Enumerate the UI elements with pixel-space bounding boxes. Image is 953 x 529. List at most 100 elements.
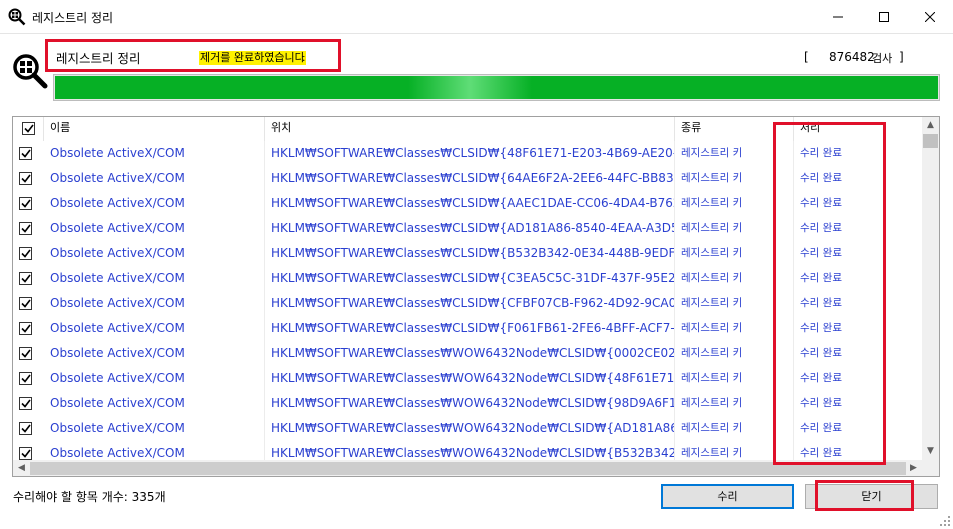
row-name: Obsolete ActiveX/COM [44, 366, 265, 391]
row-path: HKLM₩SOFTWARE₩Classes₩CLSID₩{64AE6F2A-2E… [265, 166, 675, 191]
row-name: Obsolete ActiveX/COM [44, 341, 265, 366]
scroll-left-icon[interactable]: ◀ [13, 460, 30, 476]
row-checkbox[interactable] [19, 422, 32, 435]
scan-count-open-bracket: [ [804, 50, 809, 64]
registry-results-list: 이름 위치 종류 처리 Obsolete ActiveX/COM HKLM₩SOF… [12, 116, 940, 477]
row-type: 레지스트리 키 [675, 216, 794, 241]
row-status: 수리 완료 [800, 422, 842, 434]
repair-button[interactable]: 수리 [661, 484, 794, 509]
row-type: 레지스트리 키 [675, 291, 794, 316]
progress-bar [53, 74, 940, 101]
row-status: 수리 완료 [800, 222, 842, 234]
column-header-path[interactable]: 위치 [265, 117, 675, 141]
vertical-scroll-thumb[interactable] [923, 134, 938, 148]
row-status: 수리 완료 [800, 197, 842, 209]
table-row[interactable]: Obsolete ActiveX/COM HKLM₩SOFTWARE₩Classe… [13, 316, 922, 341]
scroll-down-icon[interactable]: ▼ [922, 443, 939, 460]
row-checkbox[interactable] [19, 322, 32, 335]
row-checkbox[interactable] [19, 397, 32, 410]
row-status: 수리 완료 [800, 147, 842, 159]
row-type: 레지스트리 키 [675, 191, 794, 216]
row-path: HKLM₩SOFTWARE₩Classes₩CLSID₩{B532B342-0E… [265, 241, 675, 266]
table-row[interactable]: Obsolete ActiveX/COM HKLM₩SOFTWARE₩Classe… [13, 166, 922, 191]
row-status: 수리 완료 [800, 397, 842, 409]
vertical-scrollbar[interactable]: ▲ ▼ [922, 117, 939, 460]
row-status: 수리 완료 [800, 322, 842, 334]
horizontal-scroll-thumb[interactable] [30, 462, 906, 475]
row-checkbox[interactable] [19, 172, 32, 185]
table-row[interactable]: Obsolete ActiveX/COM HKLM₩SOFTWARE₩Classe… [13, 241, 922, 266]
row-checkbox[interactable] [19, 272, 32, 285]
row-checkbox[interactable] [19, 147, 32, 160]
column-header-status[interactable]: 처리 [794, 117, 922, 141]
select-all-column[interactable] [13, 117, 44, 141]
row-checkbox[interactable] [19, 222, 32, 235]
column-header-name[interactable]: 이름 [44, 117, 265, 141]
table-row[interactable]: Obsolete ActiveX/COM HKLM₩SOFTWARE₩Classe… [13, 291, 922, 316]
scan-count-close-bracket: ] [899, 50, 904, 64]
row-name: Obsolete ActiveX/COM [44, 291, 265, 316]
row-checkbox[interactable] [19, 347, 32, 360]
check-icon [21, 449, 31, 458]
row-type: 레지스트리 키 [675, 316, 794, 341]
row-name: Obsolete ActiveX/COM [44, 241, 265, 266]
scroll-up-icon[interactable]: ▲ [922, 117, 939, 134]
table-row[interactable]: Obsolete ActiveX/COM HKLM₩SOFTWARE₩Classe… [13, 416, 922, 441]
row-path: HKLM₩SOFTWARE₩Classes₩CLSID₩{48F61E71-E2… [265, 141, 675, 166]
status-message: 제거를 완료하였습니다 [199, 51, 306, 65]
scroll-right-icon[interactable]: ▶ [905, 460, 922, 476]
registry-scan-large-icon [13, 54, 48, 89]
table-row[interactable]: Obsolete ActiveX/COM HKLM₩SOFTWARE₩Classe… [13, 266, 922, 291]
progress-bar-fill [55, 76, 938, 99]
row-checkbox[interactable] [19, 447, 32, 460]
row-type: 레지스트리 키 [675, 241, 794, 266]
check-icon [21, 424, 31, 433]
table-row[interactable]: Obsolete ActiveX/COM HKLM₩SOFTWARE₩Classe… [13, 341, 922, 366]
row-type: 레지스트리 키 [675, 266, 794, 291]
registry-scan-icon [8, 8, 26, 26]
horizontal-scrollbar[interactable]: ◀ ▶ [13, 460, 922, 476]
maximize-button[interactable] [861, 0, 907, 34]
select-all-checkbox[interactable] [22, 122, 35, 135]
row-path: HKLM₩SOFTWARE₩Classes₩WOW6432Node₩CLSID₩… [265, 366, 675, 391]
close-icon [925, 12, 935, 22]
row-path: HKLM₩SOFTWARE₩Classes₩WOW6432Node₩CLSID₩… [265, 341, 675, 366]
row-checkbox[interactable] [19, 297, 32, 310]
check-icon [21, 249, 31, 258]
table-row[interactable]: Obsolete ActiveX/COM HKLM₩SOFTWARE₩Classe… [13, 216, 922, 241]
table-row[interactable]: Obsolete ActiveX/COM HKLM₩SOFTWARE₩Classe… [13, 191, 922, 216]
row-name: Obsolete ActiveX/COM [44, 166, 265, 191]
minimize-button[interactable] [815, 0, 861, 34]
close-window-button[interactable] [907, 0, 953, 34]
minimize-icon [833, 16, 843, 18]
row-status: 수리 완료 [800, 347, 842, 359]
row-path: HKLM₩SOFTWARE₩Classes₩CLSID₩{C3EA5C5C-31… [265, 266, 675, 291]
row-checkbox[interactable] [19, 197, 32, 210]
row-type: 레지스트리 키 [675, 416, 794, 441]
row-type: 레지스트리 키 [675, 141, 794, 166]
close-button[interactable]: 닫기 [805, 484, 938, 509]
row-status: 수리 완료 [800, 372, 842, 384]
row-name: Obsolete ActiveX/COM [44, 216, 265, 241]
column-header-type[interactable]: 종류 [675, 117, 794, 141]
row-name: Obsolete ActiveX/COM [44, 391, 265, 416]
row-type: 레지스트리 키 [675, 366, 794, 391]
row-path: HKLM₩SOFTWARE₩Classes₩CLSID₩{AAEC1DAE-CC… [265, 191, 675, 216]
check-icon [21, 399, 31, 408]
row-status: 수리 완료 [800, 297, 842, 309]
row-name: Obsolete ActiveX/COM [44, 191, 265, 216]
check-icon [21, 199, 31, 208]
check-icon [24, 124, 34, 133]
check-icon [21, 349, 31, 358]
check-icon [21, 299, 31, 308]
row-checkbox[interactable] [19, 247, 32, 260]
check-icon [21, 274, 31, 283]
row-type: 레지스트리 키 [675, 341, 794, 366]
table-row[interactable]: Obsolete ActiveX/COM HKLM₩SOFTWARE₩Classe… [13, 391, 922, 416]
row-name: Obsolete ActiveX/COM [44, 416, 265, 441]
row-checkbox[interactable] [19, 372, 32, 385]
table-row[interactable]: Obsolete ActiveX/COM HKLM₩SOFTWARE₩Classe… [13, 141, 922, 166]
table-row[interactable]: Obsolete ActiveX/COM HKLM₩SOFTWARE₩Classe… [13, 366, 922, 391]
row-type: 레지스트리 키 [675, 166, 794, 191]
resize-grip-icon[interactable] [939, 515, 951, 527]
